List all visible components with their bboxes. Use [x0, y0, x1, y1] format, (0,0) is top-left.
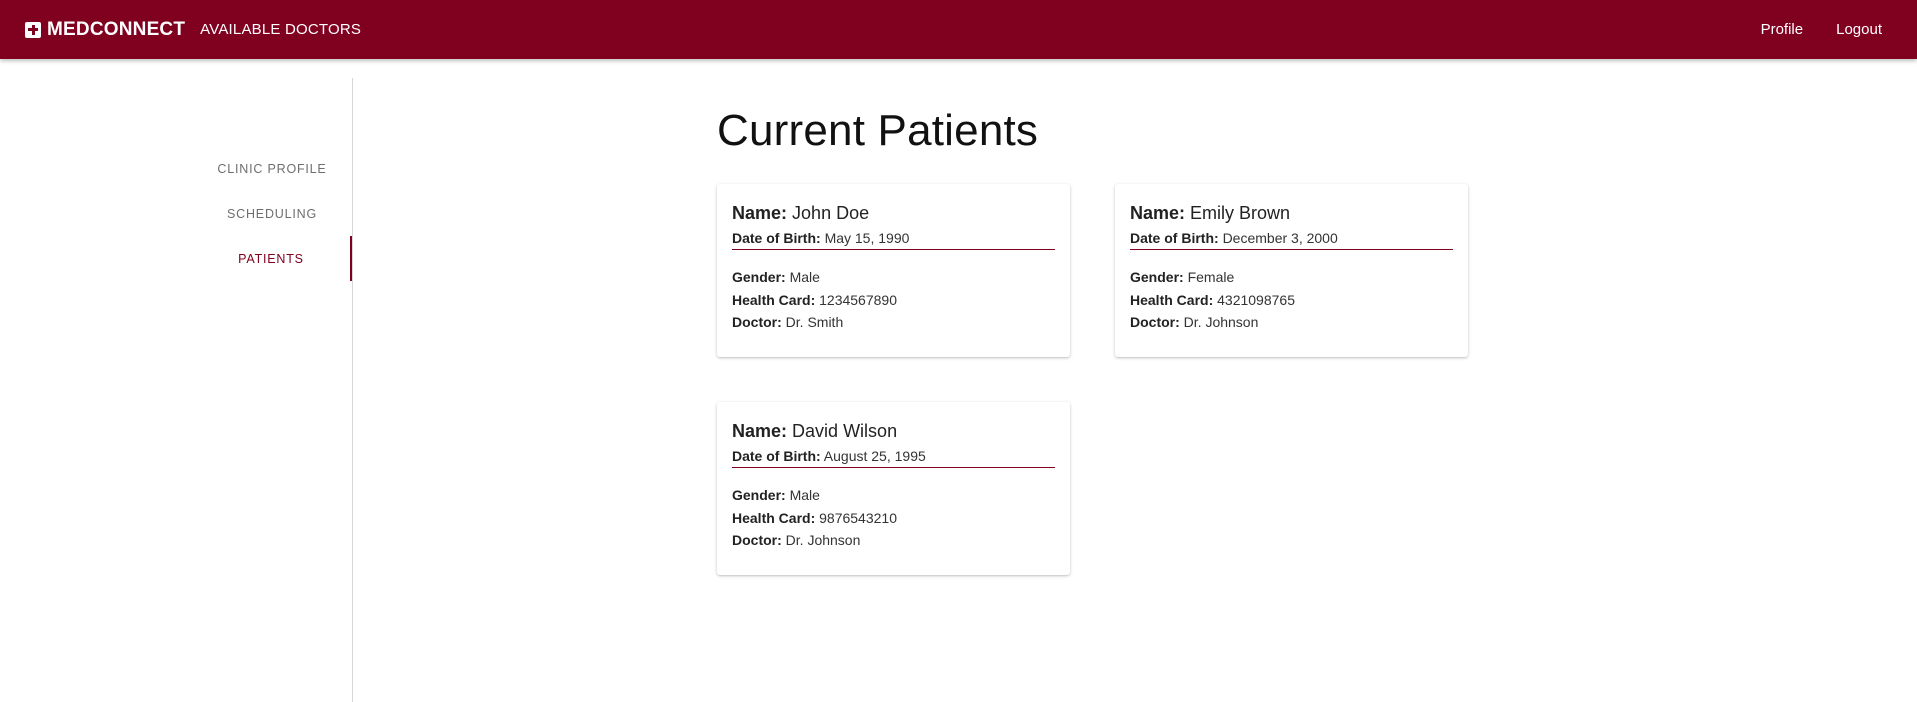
dob-label: Date of Birth: — [1130, 230, 1219, 246]
sidebar-item-patients[interactable]: PATIENTS — [192, 236, 352, 281]
sidebar: CLINIC PROFILE SCHEDULING PATIENTS — [0, 78, 353, 702]
patient-doctor: Dr. Smith — [785, 314, 844, 330]
patient-doctor-row: Doctor: Dr. Smith — [732, 311, 1055, 334]
doctor-label: Doctor: — [732, 532, 782, 548]
patient-name: John Doe — [792, 203, 870, 223]
brand-name: MEDCONNECT — [47, 18, 186, 40]
name-label: Name: — [732, 203, 788, 223]
patient-health-card: 4321098765 — [1217, 291, 1295, 308]
gender-label: Gender: — [1130, 269, 1184, 285]
health-card-label: Health Card: — [732, 291, 816, 308]
account-nav: Profile Logout — [1761, 0, 1882, 59]
name-label: Name: — [732, 421, 788, 441]
patient-gender-row: Gender: Male — [732, 484, 1055, 507]
patient-details: Gender: Male Health Card: 1234567890 Doc… — [732, 266, 1055, 334]
patient-details: Gender: Male Health Card: 9876543210 Doc… — [732, 484, 1055, 552]
patient-dob-line: Date of Birth: December 3, 2000 — [1130, 228, 1453, 250]
gender-label: Gender: — [732, 487, 786, 503]
doctor-label: Doctor: — [732, 314, 782, 330]
patient-doctor: Dr. Johnson — [785, 532, 861, 548]
patient-gender-row: Gender: Female — [1130, 266, 1453, 289]
patient-gender: Female — [1187, 269, 1235, 285]
patient-health-card-row: Health Card: 1234567890 — [732, 289, 1055, 312]
patient-gender-row: Gender: Male — [732, 266, 1055, 289]
sidebar-item-scheduling[interactable]: SCHEDULING — [192, 191, 352, 236]
patient-gender: Male — [789, 487, 820, 503]
patient-health-card: 9876543210 — [819, 509, 897, 526]
patient-doctor-row: Doctor: Dr. Johnson — [1130, 311, 1453, 334]
medical-cross-icon — [25, 21, 41, 38]
name-label: Name: — [1130, 203, 1186, 223]
patient-dob-line: Date of Birth: August 25, 1995 — [732, 446, 1055, 468]
patient-gender: Male — [789, 269, 820, 285]
patient-health-card: 1234567890 — [819, 291, 897, 308]
patient-dob: August 25, 1995 — [823, 448, 926, 464]
patient-card: Name: John Doe Date of Birth: May 15, 19… — [717, 184, 1070, 357]
patient-health-card-row: Health Card: 9876543210 — [732, 507, 1055, 530]
profile-link[interactable]: Profile — [1761, 21, 1804, 38]
dob-label: Date of Birth: — [732, 448, 821, 464]
patient-name: David Wilson — [792, 421, 898, 441]
health-card-label: Health Card: — [732, 509, 816, 526]
patient-dob: December 3, 2000 — [1222, 230, 1338, 246]
health-card-label: Health Card: — [1130, 291, 1214, 308]
patient-dob-line: Date of Birth: May 15, 1990 — [732, 228, 1055, 250]
brand[interactable]: MEDCONNECT — [25, 19, 185, 41]
doctor-label: Doctor: — [1130, 314, 1180, 330]
available-doctors-link[interactable]: AVAILABLE DOCTORS — [200, 21, 361, 38]
patient-doctor: Dr. Johnson — [1183, 314, 1259, 330]
sidebar-item-clinic-profile[interactable]: CLINIC PROFILE — [192, 146, 352, 191]
patient-card: Name: David Wilson Date of Birth: August… — [717, 402, 1070, 575]
logout-link[interactable]: Logout — [1836, 21, 1882, 38]
patient-name-line: Name: Emily Brown — [1130, 201, 1453, 225]
patient-name: Emily Brown — [1190, 203, 1291, 223]
top-navbar: MEDCONNECT AVAILABLE DOCTORS Profile Log… — [0, 0, 1917, 59]
patient-name-line: Name: John Doe — [732, 201, 1055, 225]
patient-doctor-row: Doctor: Dr. Johnson — [732, 529, 1055, 552]
patient-dob: May 15, 1990 — [824, 230, 910, 246]
patient-name-line: Name: David Wilson — [732, 419, 1055, 443]
patient-health-card-row: Health Card: 4321098765 — [1130, 289, 1453, 312]
dob-label: Date of Birth: — [732, 230, 821, 246]
gender-label: Gender: — [732, 269, 786, 285]
page-title: Current Patients — [717, 106, 1039, 155]
patient-details: Gender: Female Health Card: 4321098765 D… — [1130, 266, 1453, 334]
patient-card: Name: Emily Brown Date of Birth: Decembe… — [1115, 184, 1468, 357]
